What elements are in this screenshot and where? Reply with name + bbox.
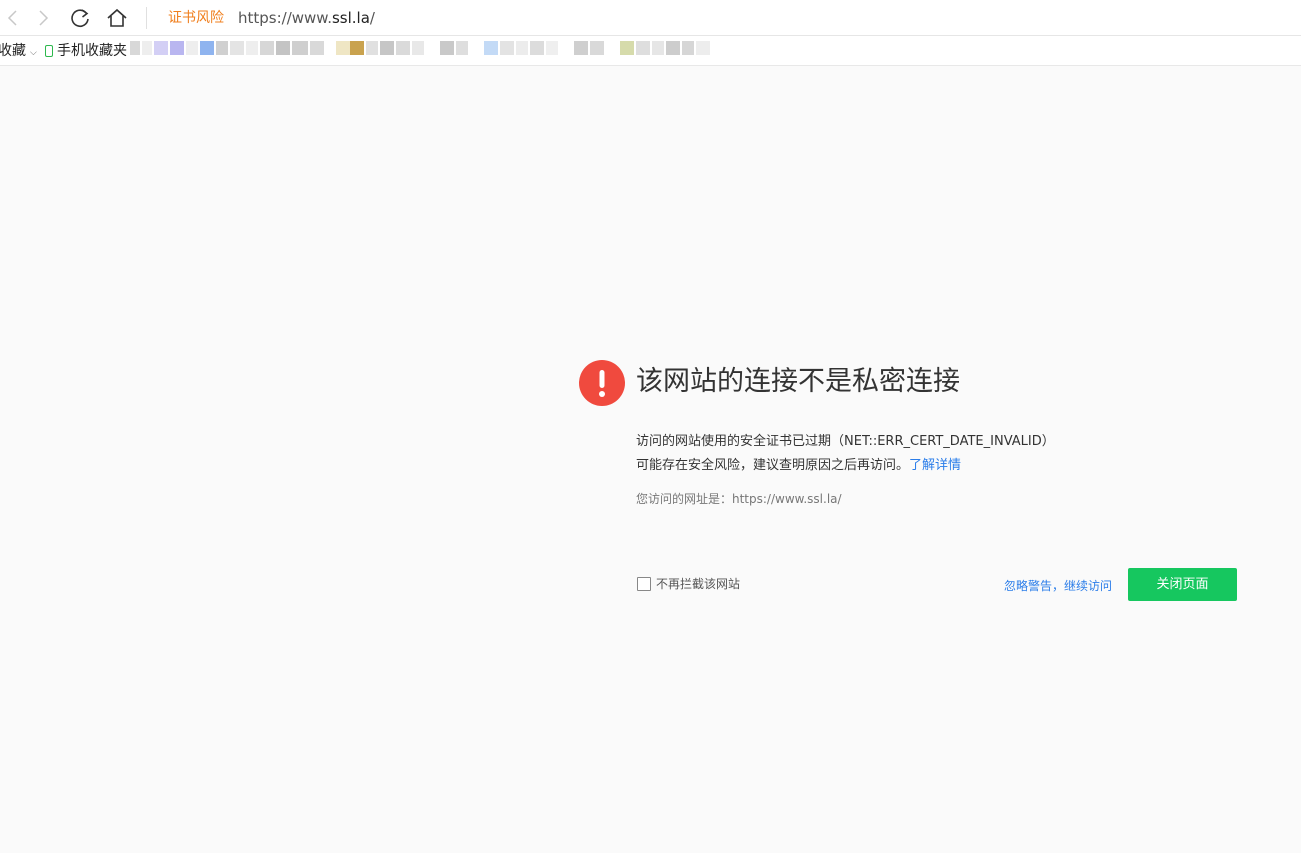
back-button[interactable] [0,5,26,31]
favorites-label: 收藏 [0,43,26,59]
mobile-favorites-label: 手机收藏夹 [57,43,127,59]
mobile-favorites-item[interactable]: 手机收藏夹 [45,42,127,60]
home-button[interactable] [104,5,130,31]
url-prefix: https://www. [238,9,332,27]
risk-advice: 可能存在安全风险，建议查明原因之后再访问。了解详情 [636,457,961,475]
do-not-block-label: 不再拦截该网站 [656,577,741,591]
bookmarks-bar: 收藏 ⌵ 手机收藏夹 [0,36,1301,66]
error-description: 访问的网站使用的安全证书已过期（NET::ERR_CERT_DATE_INVAL… [636,434,1055,449]
url-suffix: / [369,9,375,27]
blurred-bookmarks [130,41,730,65]
home-icon [107,8,127,27]
exclamation-icon [599,370,605,397]
chevron-right-icon [39,10,49,26]
do-not-block-checkbox[interactable] [637,576,651,591]
chevron-down-icon: ⌵ [30,48,37,58]
reload-button[interactable] [67,5,93,31]
visited-url: 您访问的网址是：https://www.ssl.la/ [636,492,842,506]
favorites-menu[interactable]: 收藏 ⌵ [0,42,37,62]
page-title: 该网站的连接不是私密连接 [636,366,960,397]
learn-more-link[interactable]: 了解详情 [909,458,961,473]
close-page-button[interactable]: 关闭页面 [1128,568,1237,601]
reload-icon [71,9,89,28]
ignore-warning-link[interactable]: 忽略警告，继续访问 [1004,577,1112,594]
error-page: 该网站的连接不是私密连接 访问的网站使用的安全证书已过期（NET::ERR_CE… [0,66,1301,853]
url-host: ssl.la [331,9,370,27]
address-bar[interactable]: https://www.ssl.la/ [238,8,375,28]
warning-icon [579,360,625,406]
certificate-risk-label[interactable]: 证书风险 [168,9,224,27]
do-not-block-option[interactable]: 不再拦截该网站 [637,575,740,592]
chevron-left-icon [7,10,17,26]
risk-advice-text: 可能存在安全风险，建议查明原因之后再访问。 [636,458,910,473]
browser-toolbar: 证书风险 https://www.ssl.la/ [0,0,1301,36]
phone-icon [45,45,53,57]
forward-button[interactable] [30,5,56,31]
toolbar-divider [146,7,147,29]
